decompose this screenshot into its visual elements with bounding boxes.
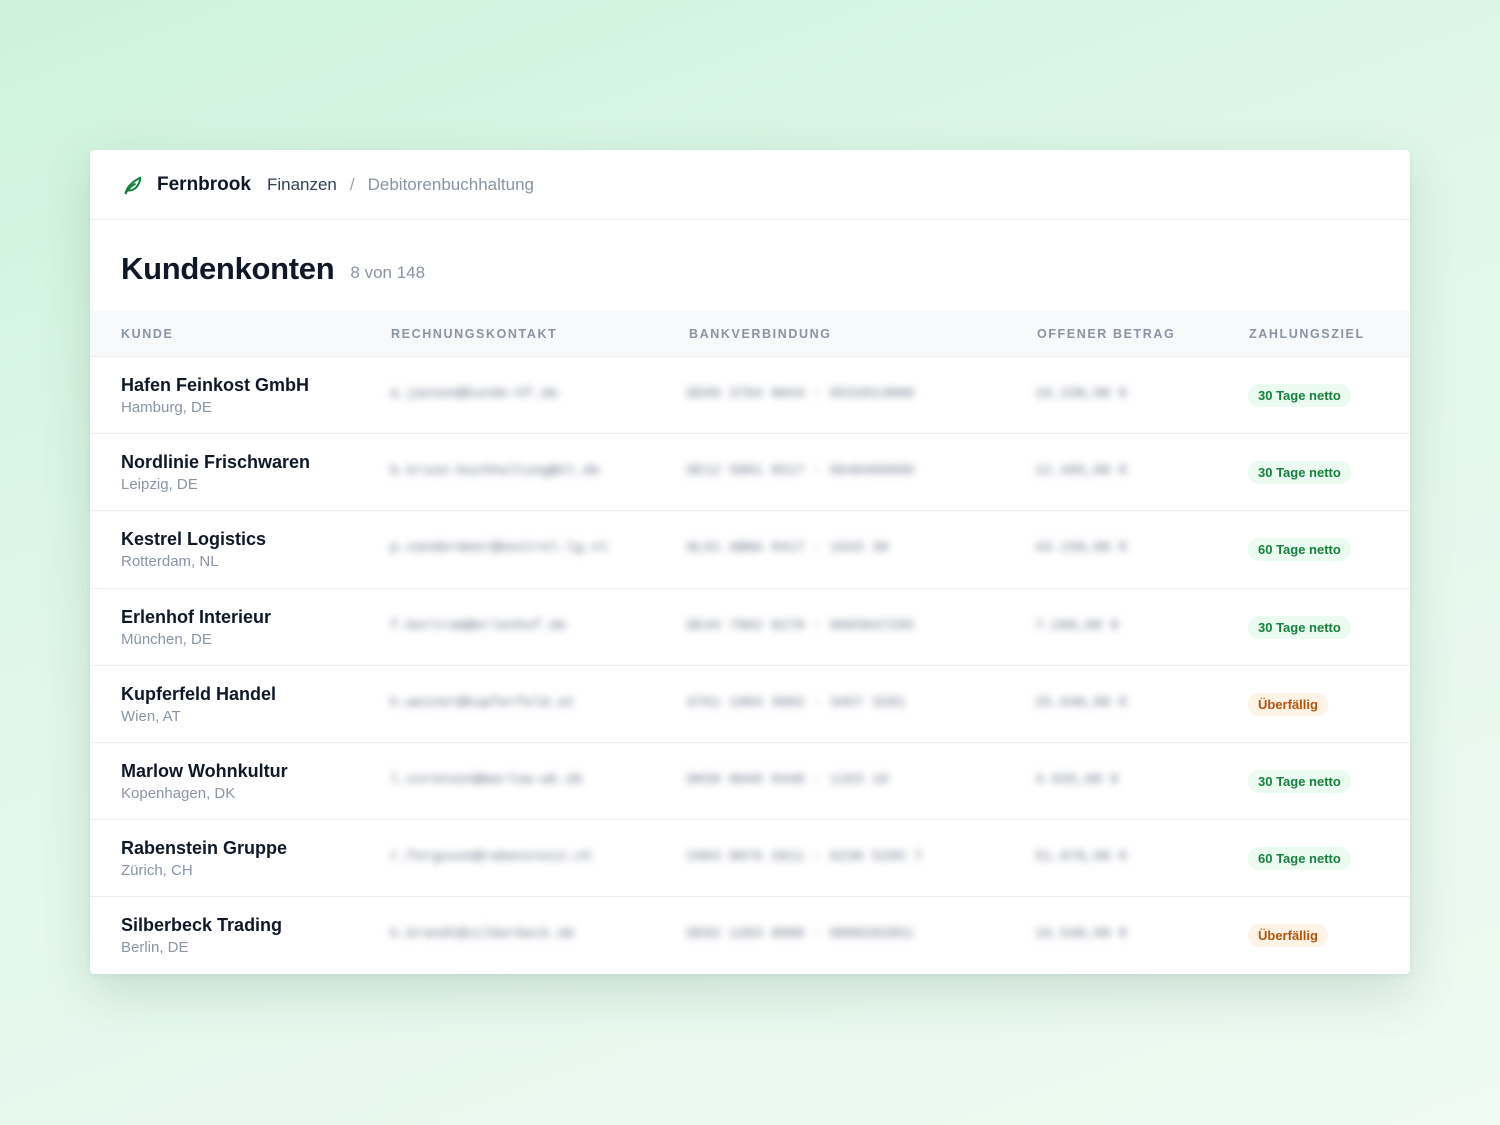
record-count: 8 von 148: [350, 262, 426, 282]
open-amount: 7.280,00 €: [1035, 617, 1120, 634]
payment-terms-badge: 60 Tage netto: [1248, 847, 1351, 871]
overdue-badge: Überfällig: [1248, 924, 1328, 948]
bank-details: DK50 0040 0440 · 1163 16: [687, 771, 889, 788]
customer-location: Rotterdam, NL: [121, 553, 219, 571]
customer-name[interactable]: Marlow Wohnkultur: [121, 761, 288, 782]
payment-terms-badge: 60 Tage netto: [1248, 538, 1351, 562]
payment-terms-badge: 30 Tage netto: [1248, 769, 1351, 793]
page-title: Kundenkonten: [121, 250, 335, 286]
table-row[interactable]: Hafen Feinkost GmbH Hamburg, DE a.jansen…: [90, 357, 1410, 435]
customer-location: München, DE: [121, 630, 212, 648]
column-header-bankverbindung[interactable]: BANKVERBINDUNG: [689, 327, 832, 341]
column-header-offener-betrag[interactable]: OFFENER BETRAG: [1037, 327, 1175, 341]
customer-name[interactable]: Rabenstein Gruppe: [121, 838, 287, 859]
billing-contact: r.ferguson@rabenstein.ch: [390, 849, 592, 866]
table-header: KUNDE RECHNUNGSKONTAKT BANKVERBINDUNG OF…: [90, 311, 1410, 357]
page-heading: Kundenkonten 8 von 148: [90, 220, 1410, 311]
customer-name[interactable]: Erlenhof Interieur: [121, 607, 271, 628]
customer-location: Kopenhagen, DK: [121, 784, 236, 802]
customer-name[interactable]: Kestrel Logistics: [121, 529, 266, 550]
bank-details: DE12 5001 0517 · 0648489890: [687, 463, 914, 480]
overdue-badge: Überfällig: [1248, 692, 1328, 716]
billing-contact: b.kruse-buchhaltung@nl.de: [390, 463, 601, 480]
table-row[interactable]: Kestrel Logistics Rotterdam, NL p.vander…: [90, 511, 1410, 589]
bank-details: DE02 1203 0000 · 0000202051: [687, 926, 914, 943]
billing-contact: l.sorensen@marlow-wk.dk: [390, 771, 584, 788]
open-amount: 4.935,00 €: [1035, 771, 1120, 788]
table-row[interactable]: Silberbeck Trading Berlin, DE k.brandt@s…: [90, 897, 1410, 974]
breadcrumb-finanzen[interactable]: Finanzen: [267, 175, 337, 195]
table-row[interactable]: Marlow Wohnkultur Kopenhagen, DK l.soren…: [90, 743, 1410, 821]
table-row[interactable]: Erlenhof Interieur München, DE f.bertram…: [90, 589, 1410, 666]
table-row[interactable]: Rabenstein Gruppe Zürich, CH r.ferguson@…: [90, 820, 1410, 898]
top-bar: Fernbrook Finanzen / Debitorenbuchhaltun…: [90, 150, 1410, 220]
customer-name[interactable]: Nordlinie Frischwaren: [121, 452, 310, 473]
customer-location: Leipzig, DE: [121, 476, 198, 494]
bank-details: DE44 7002 0270 · 0665847295: [687, 617, 914, 634]
brand-name[interactable]: Fernbrook: [157, 174, 251, 196]
billing-contact: k.brandt@silberbeck.de: [390, 926, 575, 943]
open-amount: 18.230,00 €: [1035, 386, 1128, 402]
bank-details: CH93 0076 2011 · 6238 5295 7: [687, 849, 923, 866]
customer-name[interactable]: Silberbeck Trading: [121, 915, 282, 936]
leaf-icon: [122, 174, 144, 196]
customer-name[interactable]: Hafen Feinkost GmbH: [121, 375, 309, 396]
open-amount: 25.640,00 €: [1035, 694, 1128, 711]
column-header-kunde[interactable]: KUNDE: [121, 327, 173, 341]
customer-location: Zürich, CH: [121, 862, 193, 880]
customer-location: Berlin, DE: [121, 939, 189, 957]
bank-details: DE89 3704 0044 · 0532013000: [687, 386, 914, 402]
open-amount: 43.150,00 €: [1035, 540, 1128, 557]
breadcrumb-separator: /: [349, 174, 355, 194]
billing-contact: h.weiner@kupferfeld.at: [390, 694, 575, 711]
table-row[interactable]: Kupferfeld Handel Wien, AT h.weiner@kupf…: [90, 666, 1410, 743]
payment-terms-badge: 30 Tage netto: [1248, 461, 1351, 485]
table-body: Hafen Feinkost GmbH Hamburg, DE a.jansen…: [90, 357, 1410, 974]
bank-details: AT61 1904 3002 · 3457 3201: [687, 694, 906, 711]
open-amount: 12.495,00 €: [1035, 463, 1128, 480]
payment-terms-badge: 30 Tage netto: [1248, 615, 1351, 639]
billing-contact: a.jansen@kunde-hf.de: [390, 386, 559, 402]
billing-contact: f.bertram@erlenhof.de: [390, 617, 567, 634]
column-header-rechnungskontakt[interactable]: RECHNUNGSKONTAKT: [391, 327, 557, 341]
customer-name[interactable]: Kupferfeld Handel: [121, 684, 276, 705]
billing-contact: p.vandermeer@kestrel-lg.nl: [390, 540, 609, 557]
breadcrumb-current: Debitorenbuchhaltung: [367, 174, 534, 194]
payment-terms-badge: 30 Tage netto: [1248, 384, 1351, 407]
customer-location: Hamburg, DE: [121, 399, 212, 416]
customer-location: Wien, AT: [121, 707, 181, 725]
table-row[interactable]: Nordlinie Frischwaren Leipzig, DE b.krus…: [90, 434, 1410, 512]
column-header-zahlungsziel[interactable]: ZAHLUNGSZIEL: [1249, 327, 1365, 341]
open-amount: 51.870,00 €: [1035, 849, 1128, 866]
accounts-card: Fernbrook Finanzen / Debitorenbuchhaltun…: [90, 150, 1410, 974]
bank-details: NL91 ABNA 0417 · 1643 38: [687, 540, 889, 557]
open-amount: 16.540,00 €: [1035, 926, 1128, 943]
